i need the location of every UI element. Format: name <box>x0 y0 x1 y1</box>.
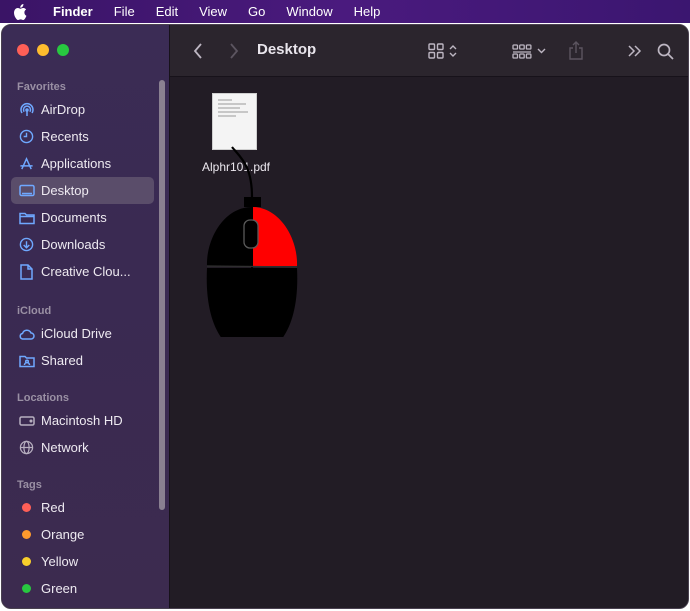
share-button[interactable] <box>565 39 587 61</box>
apple-menu-icon[interactable] <box>0 3 40 20</box>
applications-icon <box>18 155 35 172</box>
cloud-icon <box>18 325 35 342</box>
sidebar-item-label: Red <box>41 500 65 515</box>
clock-icon <box>18 128 35 145</box>
sidebar-heading-locations: Locations <box>17 392 69 404</box>
sidebar-item-label: Documents <box>41 210 107 225</box>
forward-button[interactable] <box>224 40 244 62</box>
close-button[interactable] <box>17 44 29 56</box>
sidebar-section-icloud: iCloud iCloud Drive Shared <box>2 305 162 374</box>
orange-tag-dot-icon <box>18 526 35 543</box>
sidebar-item-label: AirDrop <box>41 102 86 117</box>
more-toolbar-button[interactable] <box>624 40 646 62</box>
menu-bar: Finder File Edit View Go Window Help <box>0 0 690 23</box>
sidebar-heading-tags: Tags <box>17 479 42 491</box>
sidebar-heading-favorites: Favorites <box>17 81 66 93</box>
sidebar-item-tag-orange[interactable]: Orange <box>11 521 154 548</box>
view-mode-button[interactable] <box>422 40 462 62</box>
grid-view-icon <box>427 43 444 59</box>
mouse-illustration <box>200 137 304 355</box>
sidebar-item-label: Creative Clou... <box>41 264 131 279</box>
search-button[interactable] <box>654 40 676 62</box>
back-button[interactable] <box>188 40 208 62</box>
sidebar-item-icloud-drive[interactable]: iCloud Drive <box>11 320 154 347</box>
menu-file[interactable]: File <box>103 4 145 19</box>
green-tag-dot-icon <box>18 580 35 597</box>
disk-icon <box>18 412 35 429</box>
search-icon <box>657 43 674 60</box>
sidebar-item-documents[interactable]: Documents <box>11 204 154 231</box>
sidebar-section-favorites: Favorites AirDrop Recents Applications D… <box>2 81 162 285</box>
sidebar-item-label: Desktop <box>41 183 89 198</box>
window-controls <box>17 44 69 56</box>
sidebar-section-tags: Tags Red Orange Yellow Green <box>2 479 162 602</box>
finder-window: Favorites AirDrop Recents Applications D… <box>1 24 689 609</box>
minimize-button[interactable] <box>37 44 49 56</box>
file-browser-area[interactable]: Alphr101.pdf <box>170 77 688 608</box>
menu-go[interactable]: Go <box>237 4 275 19</box>
sidebar-item-airdrop[interactable]: AirDrop <box>11 96 154 123</box>
group-grid-icon <box>512 43 532 59</box>
sidebar-item-tag-green[interactable]: Green <box>11 575 154 602</box>
group-by-button[interactable] <box>509 40 549 62</box>
file-icon <box>18 263 35 280</box>
sidebar-item-label: Macintosh HD <box>41 413 123 428</box>
sidebar-item-label: Yellow <box>41 554 79 569</box>
shared-folder-icon <box>18 352 35 369</box>
sidebar-item-recents[interactable]: Recents <box>11 123 154 150</box>
yellow-tag-dot-icon <box>18 553 35 570</box>
sidebar-section-locations: Locations Macintosh HD Network <box>2 392 162 461</box>
menu-app-name[interactable]: Finder <box>40 4 103 19</box>
chevron-updown-icon <box>449 44 457 58</box>
sidebar: Favorites AirDrop Recents Applications D… <box>2 25 170 608</box>
chevron-down-icon <box>537 48 546 54</box>
share-icon <box>568 40 584 60</box>
menu-edit[interactable]: Edit <box>145 4 188 19</box>
sidebar-heading-icloud: iCloud <box>17 305 52 317</box>
menu-view[interactable]: View <box>188 4 237 19</box>
zoom-button[interactable] <box>57 44 69 56</box>
desktop-icon <box>18 182 35 199</box>
sidebar-item-tag-yellow[interactable]: Yellow <box>11 548 154 575</box>
sidebar-item-label: Shared <box>41 353 83 368</box>
sidebar-item-label: Recents <box>41 129 89 144</box>
sidebar-item-label: Network <box>41 440 89 455</box>
sidebar-item-desktop[interactable]: Desktop <box>11 177 154 204</box>
sidebar-item-network[interactable]: Network <box>11 434 154 461</box>
sidebar-item-applications[interactable]: Applications <box>11 150 154 177</box>
sidebar-item-shared[interactable]: Shared <box>11 347 154 374</box>
airdrop-icon <box>18 101 35 118</box>
sidebar-item-label: Green <box>41 581 78 596</box>
menu-window[interactable]: Window <box>275 4 342 19</box>
sidebar-item-creative-cloud[interactable]: Creative Clou... <box>11 258 154 285</box>
sidebar-item-tag-red[interactable]: Red <box>11 494 154 521</box>
sidebar-scrollbar[interactable] <box>159 80 165 510</box>
double-chevron-right-icon <box>628 45 642 57</box>
sidebar-item-label: Orange <box>41 527 85 542</box>
globe-icon <box>18 439 35 456</box>
sidebar-item-label: iCloud Drive <box>41 326 112 341</box>
sidebar-item-downloads[interactable]: Downloads <box>11 231 154 258</box>
sidebar-item-label: Downloads <box>41 237 106 252</box>
sidebar-item-macintosh-hd[interactable]: Macintosh HD <box>11 407 154 434</box>
toolbar: Desktop <box>170 25 688 77</box>
download-icon <box>18 236 35 253</box>
window-title: Desktop <box>257 41 317 58</box>
sidebar-item-label: Applications <box>41 156 112 171</box>
menu-help[interactable]: Help <box>343 4 391 19</box>
red-tag-dot-icon <box>18 499 35 516</box>
document-icon <box>18 209 35 226</box>
